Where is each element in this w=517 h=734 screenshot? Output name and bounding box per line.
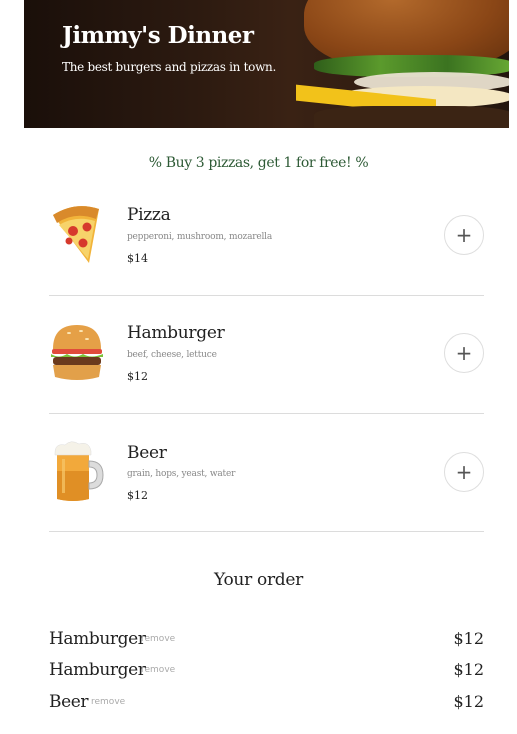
menu-item-description: grain, hops, yeast, water xyxy=(127,469,236,479)
add-beer-button[interactable]: + xyxy=(444,452,484,492)
order-item-name: Hamburger xyxy=(49,629,146,649)
menu-item-pizza: Pizza pepperoni, mushroom, mozarella $14… xyxy=(49,177,484,296)
order-title: Your order xyxy=(214,570,303,590)
menu-item-price: $14 xyxy=(127,252,148,265)
order-item-name: Hamburger xyxy=(49,660,146,680)
menu-item-beer: Beer grain, hops, yeast, water $12 + xyxy=(49,413,484,532)
remove-button[interactable]: remove xyxy=(141,665,175,675)
restaurant-tagline: The best burgers and pizzas in town. xyxy=(62,60,276,74)
order-item: Beer remove $12 xyxy=(49,692,484,720)
menu-item-price: $12 xyxy=(127,370,148,383)
menu-item-hamburger: Hamburger beef, cheese, lettuce $12 + xyxy=(49,295,484,414)
order-item-price: $12 xyxy=(453,692,484,711)
menu-item-price: $12 xyxy=(127,489,148,502)
order-item: Hamburger remove $12 xyxy=(49,660,484,688)
remove-button[interactable]: remove xyxy=(141,634,175,644)
add-hamburger-button[interactable]: + xyxy=(444,333,484,373)
add-pizza-button[interactable]: + xyxy=(444,215,484,255)
order-item-price: $12 xyxy=(453,660,484,679)
hero-banner: Jimmy's Dinner The best burgers and pizz… xyxy=(24,0,509,128)
menu-item-name: Hamburger xyxy=(127,323,225,343)
menu-item-name: Pizza xyxy=(127,205,171,225)
menu-item-name: Beer xyxy=(127,443,167,463)
pizza-icon xyxy=(53,206,99,263)
order-item-price: $12 xyxy=(453,629,484,648)
beer-icon xyxy=(54,441,104,501)
remove-button[interactable]: remove xyxy=(91,697,125,707)
hamburger-icon xyxy=(51,325,103,380)
order-item-name: Beer xyxy=(49,692,89,712)
menu-item-description: beef, cheese, lettuce xyxy=(127,350,217,360)
order-item: Hamburger remove $12 xyxy=(49,629,484,657)
restaurant-title: Jimmy's Dinner xyxy=(62,22,254,49)
promo-banner: % Buy 3 pizzas, get 1 for free! % xyxy=(148,155,369,171)
menu-item-description: pepperoni, mushroom, mozarella xyxy=(127,232,273,242)
